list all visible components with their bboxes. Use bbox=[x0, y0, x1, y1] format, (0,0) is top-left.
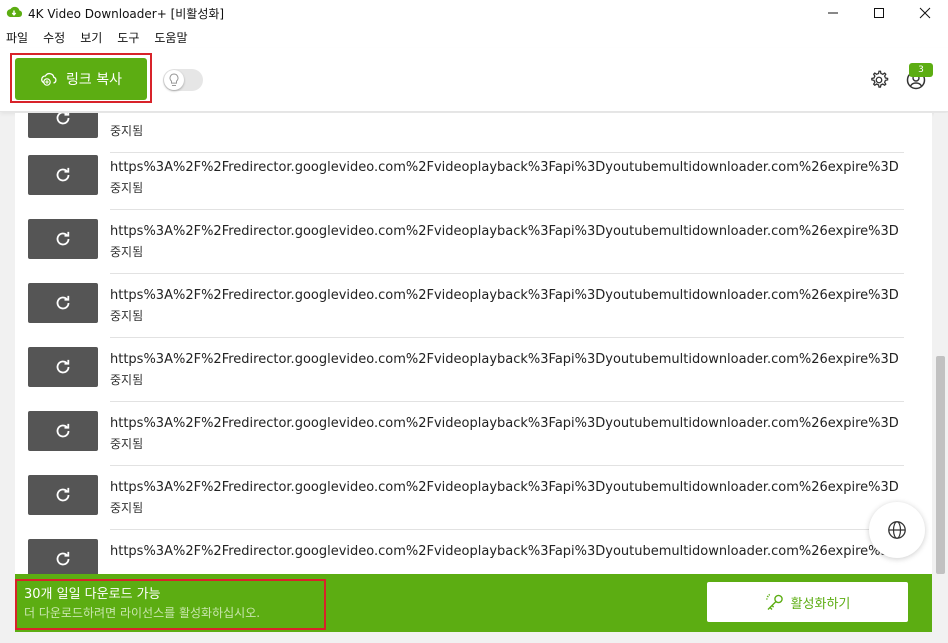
close-button[interactable] bbox=[902, 0, 948, 26]
menu-bar: 파일 수정 보기 도구 도움말 bbox=[0, 26, 948, 48]
download-row[interactable]: https%3A%2F%2Fredirector.googlevideo.com… bbox=[15, 466, 932, 530]
scrollbar-thumb[interactable] bbox=[936, 356, 945, 574]
download-url: https%3A%2F%2Fredirector.googlevideo.com… bbox=[110, 288, 900, 303]
download-status: 중지됨 bbox=[110, 437, 144, 451]
maximize-button[interactable] bbox=[856, 0, 902, 26]
download-row[interactable]: https%3A%2F%2Fredirector.googlevideo.com… bbox=[15, 338, 932, 402]
bottom-strip bbox=[0, 632, 948, 643]
menu-edit[interactable]: 수정 bbox=[43, 29, 65, 46]
lightbulb-icon bbox=[169, 73, 179, 86]
download-url: https%3A%2F%2Fredirector.googlevideo.com… bbox=[110, 352, 900, 367]
retry-button[interactable] bbox=[28, 219, 98, 259]
refresh-icon bbox=[56, 231, 70, 246]
download-status: 중지됨 bbox=[110, 373, 144, 387]
refresh-icon bbox=[56, 167, 70, 182]
download-row[interactable]: https%3A%2F%2Fredirector.googlevideo.com… bbox=[15, 210, 932, 274]
retry-button[interactable] bbox=[28, 539, 98, 574]
minimize-icon bbox=[828, 12, 838, 14]
activate-button[interactable]: 활성화하기 bbox=[707, 582, 908, 622]
retry-button[interactable] bbox=[28, 283, 98, 323]
globe-icon bbox=[888, 521, 906, 539]
retry-button[interactable] bbox=[28, 347, 98, 387]
menu-help[interactable]: 도움말 bbox=[154, 29, 187, 46]
refresh-icon bbox=[56, 423, 70, 438]
download-list[interactable]: 중지됨 https%3A%2F%2Fredirector.googlevideo.… bbox=[15, 113, 932, 574]
license-prompt: 더 다운로드하려면 라이선스를 활성화하십시오. bbox=[24, 606, 261, 620]
download-row[interactable]: https%3A%2F%2Fredirector.googlevideo.com… bbox=[15, 274, 932, 338]
toolbar: 링크 복사 3 bbox=[0, 48, 948, 112]
refresh-icon bbox=[56, 487, 70, 502]
gear-icon bbox=[871, 70, 889, 88]
download-url: https%3A%2F%2Fredirector.googlevideo.com… bbox=[110, 224, 900, 239]
download-status: 중지됨 bbox=[110, 245, 144, 259]
download-url: https%3A%2F%2Fredirector.googlevideo.com… bbox=[110, 544, 900, 559]
settings-button[interactable] bbox=[868, 69, 890, 91]
toggle-knob bbox=[164, 70, 184, 90]
download-url: https%3A%2F%2Fredirector.googlevideo.com… bbox=[110, 160, 900, 175]
activate-label: 활성화하기 bbox=[790, 596, 851, 612]
retry-button[interactable] bbox=[28, 155, 98, 195]
download-status: 중지됨 bbox=[110, 181, 144, 195]
download-status: 중지됨 bbox=[110, 501, 144, 515]
retry-button[interactable] bbox=[28, 475, 98, 515]
download-url: https%3A%2F%2Fredirector.googlevideo.com… bbox=[110, 416, 900, 431]
refresh-icon bbox=[56, 359, 70, 374]
download-status: 중지됨 bbox=[110, 309, 144, 323]
language-button[interactable] bbox=[869, 502, 925, 558]
daily-download-limit: 30개 일일 다운로드 가능 bbox=[24, 587, 161, 602]
title-bar: 4K Video Downloader+ [비활성화] bbox=[0, 0, 948, 26]
menu-tools[interactable]: 도구 bbox=[117, 29, 139, 46]
retry-button[interactable] bbox=[28, 113, 98, 138]
refresh-icon bbox=[56, 113, 70, 125]
download-row[interactable]: https%3A%2F%2Fredirector.googlevideo.com… bbox=[15, 530, 932, 574]
download-url: https%3A%2F%2Fredirector.googlevideo.com… bbox=[110, 480, 900, 495]
download-row[interactable]: https%3A%2F%2Fredirector.googlevideo.com… bbox=[15, 402, 932, 466]
app-logo-icon bbox=[6, 6, 22, 17]
minimize-button[interactable] bbox=[810, 0, 856, 26]
copy-link-button[interactable]: 링크 복사 bbox=[15, 58, 147, 100]
notification-badge: 3 bbox=[909, 63, 933, 77]
retry-button[interactable] bbox=[28, 411, 98, 451]
menu-view[interactable]: 보기 bbox=[80, 29, 102, 46]
download-row[interactable]: https%3A%2F%2Fredirector.googlevideo.com… bbox=[15, 146, 932, 210]
close-icon bbox=[919, 7, 931, 19]
window-title: 4K Video Downloader+ [비활성화] bbox=[28, 6, 225, 21]
key-icon bbox=[765, 593, 783, 610]
download-status: 중지됨 bbox=[110, 124, 144, 138]
refresh-icon bbox=[56, 551, 70, 566]
smart-mode-toggle[interactable] bbox=[163, 69, 203, 91]
refresh-icon bbox=[56, 295, 70, 310]
maximize-icon bbox=[874, 8, 884, 18]
license-banner: 30개 일일 다운로드 가능 더 다운로드하려면 라이선스를 활성화하십시오. … bbox=[15, 574, 932, 632]
menu-file[interactable]: 파일 bbox=[6, 29, 28, 46]
copy-link-label: 링크 복사 bbox=[66, 72, 122, 88]
cloud-add-icon bbox=[41, 72, 57, 86]
